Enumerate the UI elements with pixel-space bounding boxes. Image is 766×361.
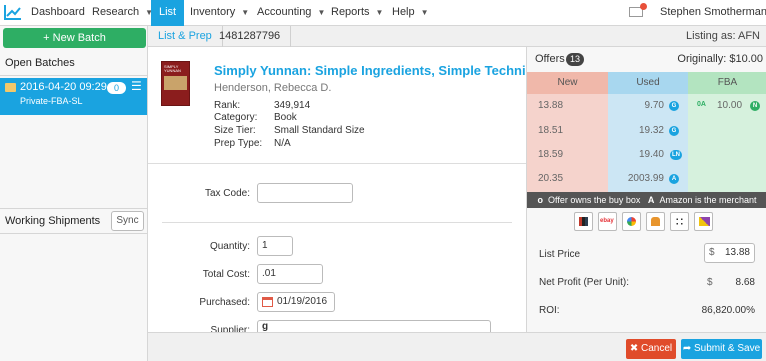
condition-badge: G [669, 101, 679, 111]
roi-value: 86,820.00% [701, 305, 755, 316]
listing-as-label: Listing as: AFN [686, 30, 760, 42]
fba-offer-price: 10.00 [717, 100, 743, 111]
purchased-label: Purchased: [199, 297, 250, 308]
divider [148, 163, 526, 164]
keepa-icon[interactable] [694, 212, 713, 231]
notification-dot [640, 3, 647, 10]
size-tier-value: Small Standard Size [274, 125, 365, 136]
offers-header: Offers 13 Originally: $10.00 [527, 47, 766, 72]
batch-name: Private-FBA-SL [20, 96, 83, 106]
used-offer-price: 19.40 [638, 149, 664, 160]
list-price-label: List Price [539, 249, 581, 260]
used-offer-price: 2003.99 [627, 173, 664, 184]
chevron-down-icon: ▼ [241, 8, 250, 17]
chevron-down-icon: ▼ [317, 8, 326, 17]
used-offer-price: 19.32 [638, 125, 664, 136]
new-offer-price: 13.88 [538, 100, 564, 111]
chevron-down-icon: ▼ [420, 8, 429, 17]
logo-chart-icon[interactable] [4, 4, 22, 20]
working-shipments-heading: Working Shipments Sync [0, 208, 147, 234]
rank-value: 349,914 [274, 100, 311, 111]
list-price-input[interactable]: $ 13.88 [704, 243, 755, 263]
condition-badge: N [750, 101, 760, 111]
submit-save-button[interactable]: ➦ Submit & Save [681, 339, 762, 359]
chevron-down-icon: ▼ [375, 8, 384, 17]
divider [162, 222, 512, 223]
rank-label: Rank: [214, 100, 241, 111]
condition-badge: LN [670, 150, 682, 160]
messages-envelope-icon[interactable] [629, 3, 647, 17]
prep-type-label: Prep Type: [214, 138, 263, 149]
camel-icon[interactable] [646, 212, 665, 231]
tax-code-label: Tax Code: [204, 188, 250, 199]
net-profit-label: Net Profit (Per Unit): [539, 277, 630, 288]
supplier-input[interactable]: g [257, 320, 491, 332]
breadcrumb: List & Prep 1481287796 Listing as: AFN [148, 26, 766, 47]
new-offer-price: 18.59 [538, 149, 564, 160]
used-offer-price: 9.70 [644, 100, 664, 111]
nav-list[interactable]: List [151, 0, 185, 26]
dice-icon[interactable] [670, 212, 689, 231]
offers-panel: Offers 13 Originally: $10.00 New Used FB… [526, 47, 766, 332]
cancel-button[interactable]: ✖ Cancel [626, 339, 676, 359]
book-cover-text: SIMPLY YUNNAN [164, 65, 181, 73]
user-menu[interactable]: Stephen Smotherman▼ [660, 0, 766, 26]
product-author: Henderson, Rebecca D. [214, 82, 332, 94]
product-title[interactable]: Simply Yunnan: Simple Ingredients, Simpl… [214, 63, 549, 78]
breadcrumb-item-id: 1481287796 [209, 26, 292, 47]
open-batches-heading: Open Batches [0, 50, 147, 76]
purchased-date-input[interactable]: 01/19/2016 [257, 292, 335, 312]
column-used[interactable]: Used [608, 72, 688, 94]
google-icon[interactable] [622, 212, 641, 231]
quantity-input[interactable]: 1 [257, 236, 293, 256]
original-price: Originally: $10.00 [677, 53, 763, 65]
new-offers-column: 13.88 18.51 18.59 20.35 [527, 94, 608, 192]
column-fba[interactable]: FBA [688, 72, 766, 94]
tax-code-input[interactable] [257, 183, 353, 203]
category-label: Category: [214, 112, 258, 123]
offers-legend: o Offer owns the buy box A Amazon is the… [527, 192, 766, 208]
nav-dashboard[interactable]: Dashboard [31, 0, 85, 26]
category-value: Book [274, 112, 297, 123]
new-offer-price: 18.51 [538, 125, 564, 136]
sidebar: + New Batch Open Batches 2016-04-20 09:2… [0, 26, 148, 361]
batch-date: 2016-04-20 09:29 [20, 81, 107, 93]
total-cost-input[interactable]: .01 [257, 264, 323, 284]
condition-badge: A [669, 174, 679, 184]
nav-research[interactable]: Research ▼ [92, 0, 153, 26]
batch-list-item[interactable]: 2016-04-20 09:29 Private-FBA-SL 0 ☰ [0, 78, 147, 115]
batch-count-badge: 0 [107, 82, 126, 94]
total-cost-label: Total Cost: [202, 269, 250, 280]
size-tier-label: Size Tier: [214, 125, 256, 136]
new-batch-button[interactable]: + New Batch [3, 28, 146, 48]
books-icon[interactable] [574, 212, 593, 231]
net-profit-currency: $ [707, 277, 713, 288]
offers-title: Offers [535, 53, 565, 65]
new-offer-price: 20.35 [538, 173, 564, 184]
column-new[interactable]: New [527, 72, 608, 94]
top-nav: Dashboard Research ▼ List Inventory ▼ Acco… [0, 0, 766, 26]
roi-label: ROI: [539, 305, 560, 316]
nav-accounting[interactable]: Accounting ▼ [257, 0, 325, 26]
used-offers-column: 9.70 G 19.32 G 19.40 LN 2003.99 A [608, 94, 688, 192]
calendar-icon[interactable] [262, 297, 273, 307]
offers-count-badge: 13 [566, 53, 584, 66]
ebay-icon[interactable]: ebay [598, 212, 617, 231]
condition-badge: G [669, 126, 679, 136]
fba-offers-column: 0A 10.00 N [688, 94, 766, 192]
nav-inventory[interactable]: Inventory ▼ [190, 0, 249, 26]
nav-help[interactable]: Help ▼ [392, 0, 429, 26]
hamburger-menu-icon[interactable]: ☰ [131, 79, 142, 93]
book-cover-image: SIMPLY YUNNAN [161, 61, 190, 106]
net-profit-value: 8.68 [735, 277, 755, 288]
sync-button[interactable]: Sync [111, 211, 144, 231]
quantity-label: Quantity: [209, 241, 250, 252]
prep-type-value: N/A [274, 138, 291, 149]
buybox-tag: 0A [697, 101, 706, 108]
nav-reports[interactable]: Reports ▼ [331, 0, 383, 26]
folder-icon [5, 83, 16, 92]
